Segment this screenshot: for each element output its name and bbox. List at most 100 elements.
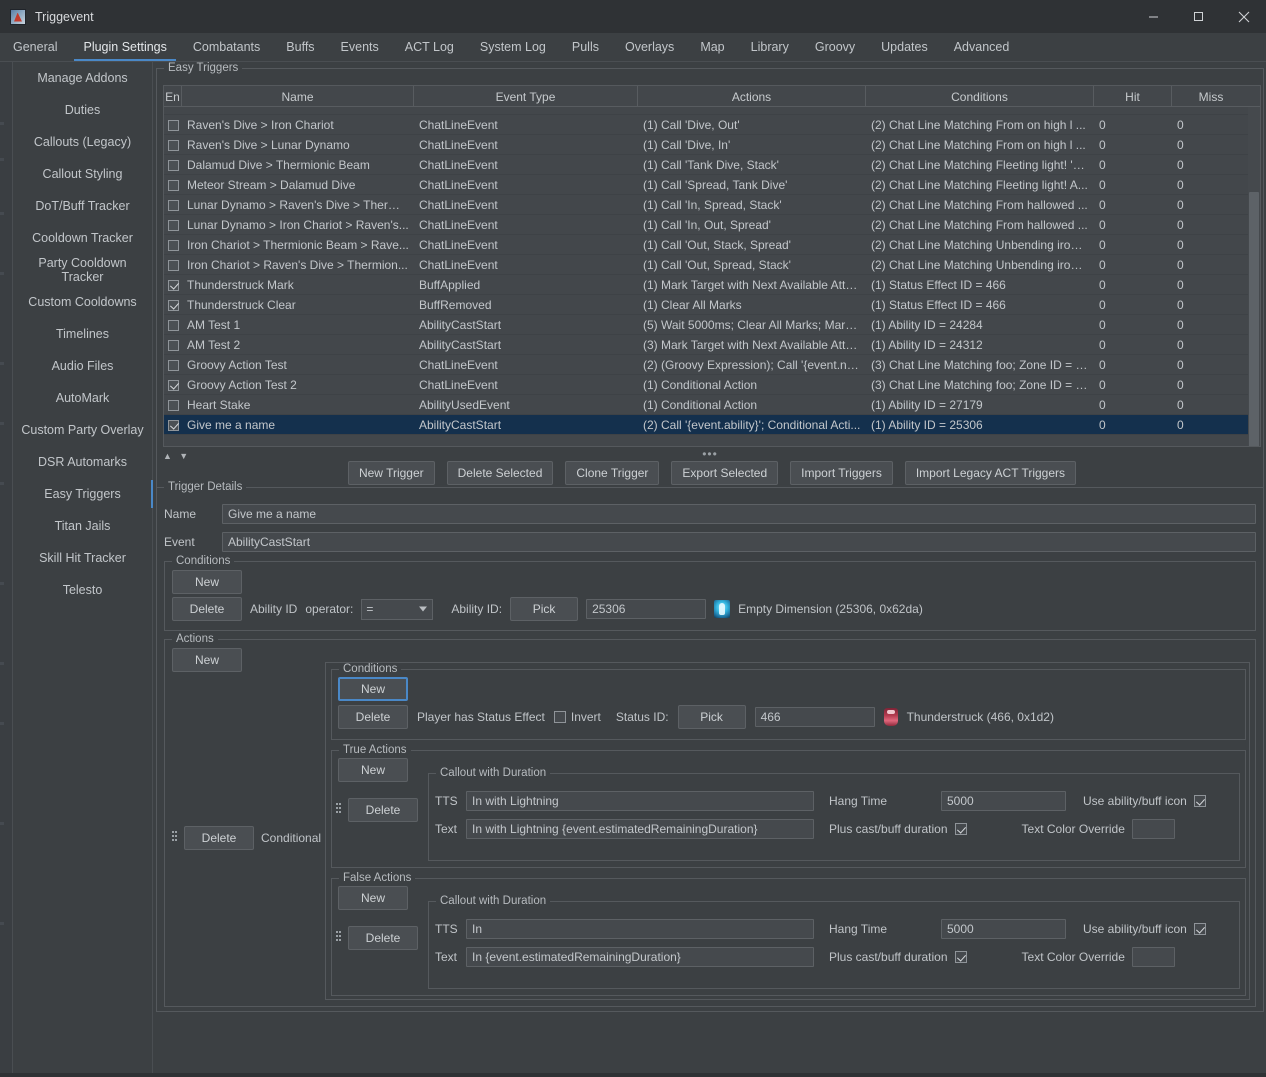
true-hang-time-input[interactable]: 5000: [941, 791, 1066, 811]
ability-pick-button[interactable]: Pick: [510, 597, 579, 621]
column-header-conditions[interactable]: Conditions: [866, 86, 1094, 107]
condition-new-button[interactable]: New: [172, 570, 242, 594]
table-row[interactable]: Lunar Dynamo > Iron Chariot > Raven's...…: [164, 215, 1260, 235]
tab-general[interactable]: General: [0, 33, 70, 61]
condition-delete-button[interactable]: Delete: [172, 597, 242, 621]
action-new-button[interactable]: New: [172, 648, 242, 672]
table-row[interactable]: Raven's Dive > Iron Chariot ChatLineEvent…: [164, 115, 1260, 135]
sidebar-item-manage-addons[interactable]: Manage Addons: [13, 62, 152, 94]
row-enabled-checkbox[interactable]: [167, 419, 179, 431]
table-row[interactable]: AM Test 2 AbilityCastStart (3) Mark Target…: [164, 335, 1260, 355]
close-icon[interactable]: [1221, 0, 1266, 33]
row-enabled-checkbox[interactable]: [167, 259, 179, 271]
true-plus-cast-duration-checkbox[interactable]: [954, 823, 967, 835]
sidebar-item-easy-triggers[interactable]: Easy Triggers: [13, 478, 153, 510]
row-enabled-checkbox[interactable]: [167, 179, 179, 191]
table-row[interactable]: Dalamud Dive > Thermionic Beam ChatLineEv…: [164, 155, 1260, 175]
sidebar-item-dsr-automarks[interactable]: DSR Automarks: [13, 446, 152, 478]
sidebar-item-audio-files[interactable]: Audio Files: [13, 350, 152, 382]
row-enabled-checkbox[interactable]: [167, 299, 179, 311]
drag-handle-icon[interactable]: [172, 830, 177, 846]
false-tts-input[interactable]: In: [466, 919, 814, 939]
row-enabled-checkbox[interactable]: [167, 239, 179, 251]
true-tts-input[interactable]: In with Lightning: [466, 791, 814, 811]
row-enabled-checkbox[interactable]: [167, 139, 179, 151]
status-pick-button[interactable]: Pick: [677, 705, 746, 729]
false-action-new-button[interactable]: New: [338, 886, 408, 910]
table-row[interactable]: Lunar Dynamo > Raven's Dive > Thermi... C…: [164, 195, 1260, 215]
tab-combatants[interactable]: Combatants: [180, 33, 273, 61]
column-header-event-type[interactable]: Event Type: [414, 86, 638, 107]
import-triggers-button[interactable]: Import Triggers: [790, 461, 893, 485]
tab-updates[interactable]: Updates: [868, 33, 941, 61]
sidebar-item-callouts-legacy-[interactable]: Callouts (Legacy): [13, 126, 152, 158]
sidebar-item-timelines[interactable]: Timelines: [13, 318, 152, 350]
delete-selected-button[interactable]: Delete Selected: [446, 461, 554, 485]
true-text-color-override-swatch[interactable]: [1131, 819, 1175, 839]
row-enabled-checkbox[interactable]: [167, 359, 179, 371]
sidebar-item-callout-styling[interactable]: Callout Styling: [13, 158, 152, 190]
true-action-new-button[interactable]: New: [338, 758, 408, 782]
status-id-input[interactable]: 466: [754, 707, 875, 727]
column-header-en[interactable]: En: [164, 86, 182, 107]
sidebar-item-dot-buff-tracker[interactable]: DoT/Buff Tracker: [13, 190, 152, 222]
sort-asc-icon[interactable]: ▲: [163, 451, 172, 461]
row-enabled-checkbox[interactable]: [167, 159, 179, 171]
clone-trigger-button[interactable]: Clone Trigger: [565, 461, 660, 485]
row-enabled-checkbox[interactable]: [167, 279, 179, 291]
tab-pulls[interactable]: Pulls: [559, 33, 612, 61]
import-legacy-act-triggers-button[interactable]: Import Legacy ACT Triggers: [904, 461, 1077, 485]
row-enabled-checkbox[interactable]: [167, 339, 179, 351]
false-hang-time-input[interactable]: 5000: [941, 919, 1066, 939]
tab-act-log[interactable]: ACT Log: [392, 33, 467, 61]
table-row[interactable]: Meteor Stream > Dalamud Dive ChatLineEven…: [164, 175, 1260, 195]
row-enabled-checkbox[interactable]: [167, 199, 179, 211]
false-text-input[interactable]: In {event.estimatedRemainingDuration}: [466, 947, 814, 967]
sidebar-item-automark[interactable]: AutoMark: [13, 382, 152, 414]
scrollbar-thumb[interactable]: [1249, 192, 1259, 446]
table-row[interactable]: Give me a name AbilityCastStart (2) Call '…: [164, 415, 1260, 435]
sidebar-item-custom-party-overlay[interactable]: Custom Party Overlay: [13, 414, 152, 446]
conditional-condition-delete-button[interactable]: Delete: [338, 705, 408, 729]
sidebar-item-party-cooldown-tracker[interactable]: Party Cooldown Tracker: [13, 254, 152, 286]
tab-system-log[interactable]: System Log: [467, 33, 559, 61]
table-row[interactable]: Raven's Dive > Lunar Dynamo ChatLineEvent…: [164, 135, 1260, 155]
false-text-color-override-swatch[interactable]: [1131, 947, 1175, 967]
invert-checkbox[interactable]: [553, 711, 566, 723]
table-overflow-dots[interactable]: •••: [702, 447, 718, 461]
ability-id-input[interactable]: 25306: [586, 599, 707, 619]
table-row[interactable]: Groovy Action Test 2 ChatLineEvent (1) Con…: [164, 375, 1260, 395]
sidebar-item-custom-cooldowns[interactable]: Custom Cooldowns: [13, 286, 152, 318]
maximize-icon[interactable]: [1176, 0, 1221, 33]
sidebar-item-duties[interactable]: Duties: [13, 94, 152, 126]
new-trigger-button[interactable]: New Trigger: [347, 461, 435, 485]
column-header-miss[interactable]: Miss: [1172, 86, 1250, 107]
column-header-name[interactable]: Name: [182, 86, 414, 107]
false-action-delete-button[interactable]: Delete: [348, 926, 418, 950]
tab-events[interactable]: Events: [328, 33, 392, 61]
false-use-ability-icon-checkbox[interactable]: [1193, 923, 1206, 935]
event-input[interactable]: AbilityCastStart: [222, 532, 1256, 552]
column-header-actions[interactable]: Actions: [638, 86, 866, 107]
table-row[interactable]: Groovy Action Test ChatLineEvent (2) (Groo…: [164, 355, 1260, 375]
true-text-input[interactable]: In with Lightning {event.estimatedRemain…: [466, 819, 814, 839]
sidebar-item-skill-hit-tracker[interactable]: Skill Hit Tracker: [13, 542, 152, 574]
sidebar-item-telesto[interactable]: Telesto: [13, 574, 152, 606]
tab-buffs[interactable]: Buffs: [273, 33, 327, 61]
row-enabled-checkbox[interactable]: [167, 379, 179, 391]
table-row[interactable]: Iron Chariot > Thermionic Beam > Rave...…: [164, 235, 1260, 255]
conditional-action-delete-button[interactable]: Delete: [184, 826, 254, 850]
tab-advanced[interactable]: Advanced: [941, 33, 1023, 61]
tab-plugin-settings[interactable]: Plugin Settings: [70, 33, 179, 61]
tab-overlays[interactable]: Overlays: [612, 33, 687, 61]
table-row[interactable]: Iron Chariot > Raven's Dive > Thermion..…: [164, 255, 1260, 275]
sidebar-item-titan-jails[interactable]: Titan Jails: [13, 510, 152, 542]
tab-groovy[interactable]: Groovy: [802, 33, 868, 61]
row-enabled-checkbox[interactable]: [167, 319, 179, 331]
name-input[interactable]: Give me a name: [222, 504, 1256, 524]
conditional-condition-new-button[interactable]: New: [338, 677, 408, 701]
operator-select[interactable]: =: [361, 598, 434, 620]
column-header-hit[interactable]: Hit: [1094, 86, 1172, 107]
row-enabled-checkbox[interactable]: [167, 219, 179, 231]
true-action-delete-button[interactable]: Delete: [348, 798, 418, 822]
